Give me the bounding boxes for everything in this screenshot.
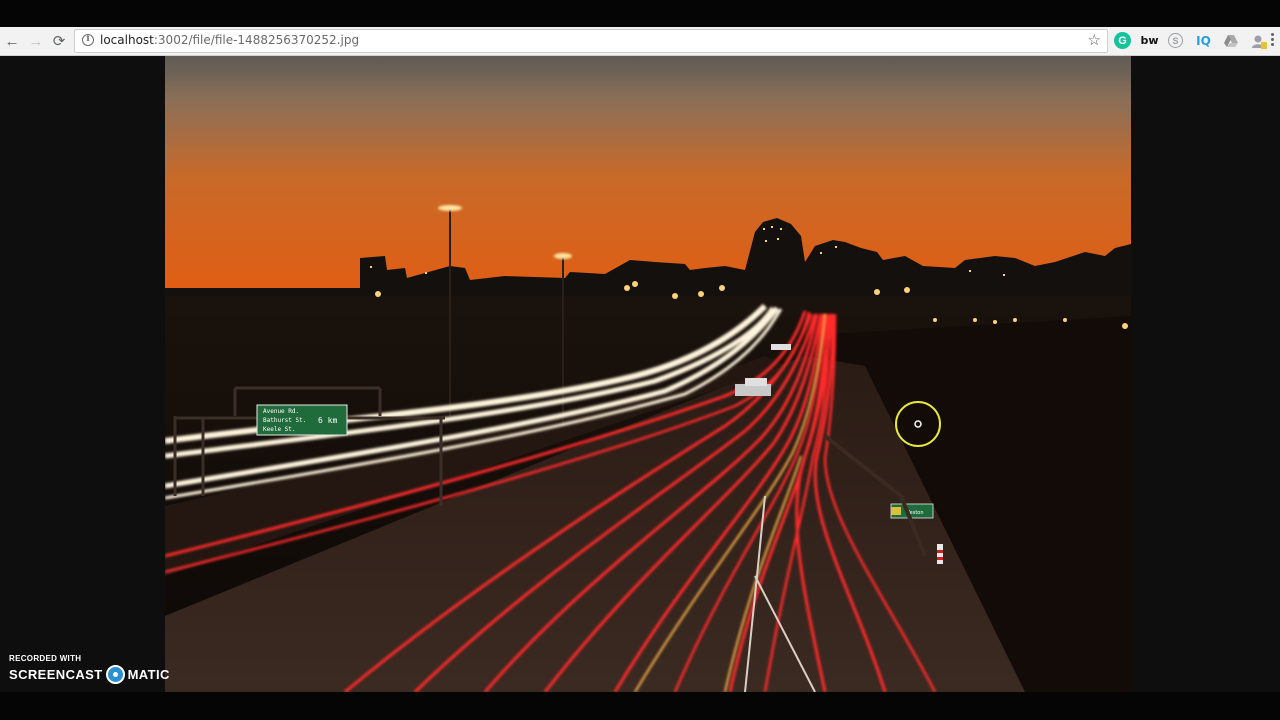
menu-dot [1271, 43, 1274, 46]
bookmark-star-icon[interactable]: ☆ [1088, 31, 1101, 49]
browser-menu-button[interactable] [1271, 33, 1275, 49]
watermark-matic: MATIC [127, 667, 170, 682]
watermark-recorded-with: RECORDED WITH [9, 654, 82, 663]
sign-line-2: Bathurst St. [263, 417, 306, 424]
browser-toolbar: ← → ⟳ i localhost:3002/file/file-1488256… [0, 27, 1280, 56]
forward-arrow-icon: → [28, 32, 44, 50]
iq-icon[interactable]: IQ [1195, 32, 1212, 49]
forward-button[interactable]: → [26, 31, 46, 51]
menu-dot [1271, 33, 1274, 36]
bitwarden-icon[interactable]: bw [1140, 32, 1158, 49]
screen-bottom-letterbox [0, 692, 1280, 720]
reload-icon: ⟳ [52, 32, 66, 50]
url-path: :3002/file/file-1488256370252.jpg [153, 33, 360, 47]
screencast-logo-icon [105, 665, 125, 684]
address-bar[interactable]: i localhost:3002/file/file-1488256370252… [74, 29, 1108, 53]
back-button[interactable]: ← [2, 31, 22, 51]
site-info-icon[interactable]: i [82, 34, 94, 46]
night-highway-photo: Avenue Rd. Bathurst St. Keele St. 6 km W… [165, 56, 1131, 692]
sign-line-3: Keele St. [263, 426, 296, 433]
displayed-image: Avenue Rd. Bathurst St. Keele St. 6 km W… [165, 56, 1131, 692]
highway-sign-right: Weston [890, 503, 934, 519]
drive-icon-graphic [1223, 34, 1238, 47]
menu-dot [1271, 38, 1274, 41]
skype-icon[interactable]: S [1168, 33, 1183, 48]
cursor-highlight-icon [895, 401, 941, 447]
screen-top-letterbox [0, 0, 1280, 27]
grammarly-icon[interactable]: G [1114, 32, 1131, 49]
url-text[interactable]: localhost:3002/file/file-1488256370252.j… [100, 33, 359, 47]
screencast-watermark: RECORDED WITH SCREENCAST MATIC [9, 654, 170, 684]
page-viewport: Avenue Rd. Bathurst St. Keele St. 6 km W… [0, 56, 1280, 692]
user-badge-graphic [1251, 35, 1267, 49]
watermark-logo-row: SCREENCAST MATIC [9, 665, 170, 684]
highway-sign-left: Avenue Rd. Bathurst St. Keele St. 6 km [256, 404, 348, 436]
sign-distance: 6 km [318, 416, 337, 425]
sign-line-1: Avenue Rd. [263, 408, 299, 415]
watermark-screencast: SCREENCAST [9, 667, 103, 682]
drive-icon[interactable] [1222, 32, 1239, 49]
user-badge-icon[interactable] [1250, 32, 1267, 49]
reload-button[interactable]: ⟳ [49, 31, 69, 51]
back-arrow-icon: ← [4, 32, 20, 50]
url-host: localhost [100, 33, 154, 47]
